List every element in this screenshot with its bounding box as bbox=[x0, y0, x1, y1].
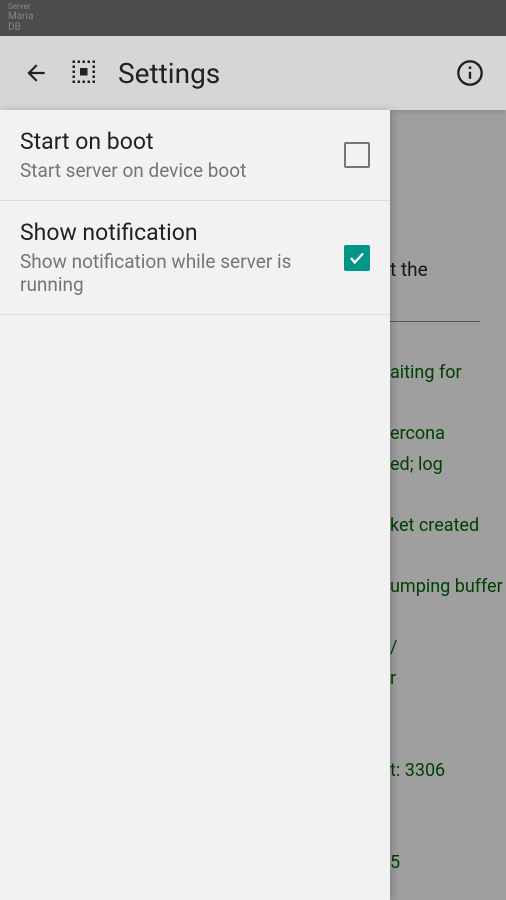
app-bar: Settings bbox=[0, 36, 506, 110]
setting-show-notification[interactable]: Show notification Show notification whil… bbox=[0, 201, 390, 315]
setting-start-on-boot[interactable]: Start on boot Start server on device boo… bbox=[0, 110, 390, 201]
info-button[interactable] bbox=[450, 53, 490, 93]
info-icon bbox=[456, 59, 484, 87]
page-title: Settings bbox=[118, 57, 450, 90]
arrow-back-icon bbox=[23, 60, 49, 86]
checkmark-icon bbox=[348, 249, 366, 267]
grid-dots-icon bbox=[70, 58, 100, 88]
app-icon bbox=[70, 58, 100, 88]
setting-title: Start on boot bbox=[20, 128, 334, 155]
settings-panel: Start on boot Start server on device boo… bbox=[0, 110, 390, 900]
setting-subtitle: Start server on device boot bbox=[20, 159, 334, 182]
checkbox-unchecked[interactable] bbox=[344, 142, 370, 168]
setting-subtitle: Show notification while server is runnin… bbox=[20, 250, 334, 296]
setting-title: Show notification bbox=[20, 219, 334, 246]
back-button[interactable] bbox=[16, 53, 56, 93]
checkbox-checked[interactable] bbox=[344, 245, 370, 271]
